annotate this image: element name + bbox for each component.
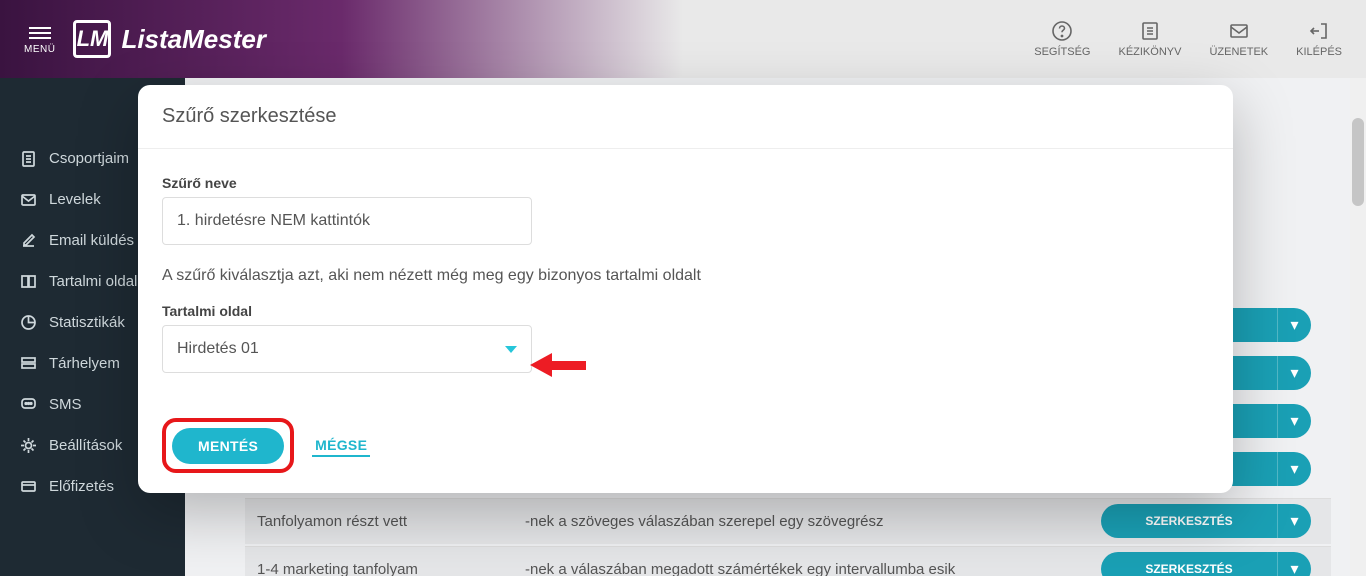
mail-icon [20, 191, 37, 208]
header-messages-button[interactable]: ÜZENETEK [1209, 20, 1268, 58]
sidebar-item-label: Statisztikák [49, 314, 125, 331]
content-page-label: Tartalmi oldal [162, 303, 1209, 319]
save-button-highlight: MENTÉS [162, 418, 294, 473]
content-page-select[interactable]: Hirdetés 01 [162, 325, 532, 373]
caret-down-icon [505, 346, 517, 353]
chevron-down-icon: ▾ [1277, 452, 1311, 486]
manual-icon [1139, 20, 1161, 42]
vertical-scrollbar[interactable] [1350, 78, 1366, 576]
sidebar-item-label: Levelek [49, 191, 101, 208]
hamburger-menu-label: MENÜ [24, 44, 55, 55]
bg-row-desc: -nek a válaszában megadott számértékek e… [525, 561, 955, 576]
chevron-down-icon: ▾ [1277, 552, 1311, 576]
sidebar-item-label: SMS [49, 396, 82, 413]
header-manual-label: KÉZIKÖNYV [1118, 46, 1181, 58]
filter-edit-modal: Szűrő szerkesztése Szűrő neve A szűrő ki… [138, 85, 1233, 493]
edit-row-button[interactable]: SZERKESZTÉS ▾ [1101, 552, 1311, 576]
logo-mark-icon: LM [73, 20, 111, 58]
modal-title: Szűrő szerkesztése [138, 85, 1233, 149]
logout-icon [1308, 20, 1330, 42]
app-header: MENÜ LM ListaMester SEGÍTSÉG KÉZIKÖNYV Ü… [0, 0, 1366, 78]
bg-row-desc: -nek a szöveges válaszában szerepel egy … [525, 513, 884, 530]
sidebar-item-label: Előfizetés [49, 478, 114, 495]
chevron-down-icon: ▾ [1277, 404, 1311, 438]
edit-row-label: SZERKESZTÉS [1101, 562, 1277, 576]
chevron-down-icon: ▾ [1277, 356, 1311, 390]
header-manual-button[interactable]: KÉZIKÖNYV [1118, 20, 1181, 58]
card-icon [20, 478, 37, 495]
filter-name-input[interactable] [162, 197, 532, 245]
header-help-label: SEGÍTSÉG [1034, 46, 1090, 58]
clipboard-icon [20, 150, 37, 167]
hamburger-menu-button[interactable]: MENÜ [24, 24, 55, 55]
save-button[interactable]: MENTÉS [172, 428, 284, 464]
filter-help-text: A szűrő kiválasztja azt, aki nem nézett … [162, 267, 1209, 285]
bg-row-name: Tanfolyamon részt vett [257, 513, 407, 530]
header-logout-label: KILÉPÉS [1296, 46, 1342, 58]
filter-name-label: Szűrő neve [162, 175, 1209, 191]
chevron-down-icon: ▾ [1277, 308, 1311, 342]
content-page-selected-value: Hirdetés 01 [177, 340, 259, 358]
book-icon [20, 273, 37, 290]
sidebar-item-label: Email küldés [49, 232, 134, 249]
edit-row-label: SZERKESZTÉS [1101, 514, 1277, 528]
cancel-button[interactable]: MÉGSE [312, 435, 370, 457]
header-messages-label: ÜZENETEK [1209, 46, 1268, 58]
sms-icon [20, 396, 37, 413]
edit-icon [20, 232, 37, 249]
scrollbar-thumb[interactable] [1352, 118, 1364, 206]
gear-icon [20, 437, 37, 454]
hamburger-icon [29, 24, 51, 42]
bg-row-name: 1-4 marketing tanfolyam [257, 561, 418, 576]
logo-wordmark: ListaMester [121, 24, 266, 55]
pie-chart-icon [20, 314, 37, 331]
messages-icon [1228, 20, 1250, 42]
brand-logo[interactable]: LM ListaMester [73, 20, 266, 58]
chevron-down-icon: ▾ [1277, 504, 1311, 538]
header-help-button[interactable]: SEGÍTSÉG [1034, 20, 1090, 58]
storage-icon [20, 355, 37, 372]
help-icon [1051, 20, 1073, 42]
sidebar-item-label: Beállítások [49, 437, 122, 454]
sidebar-item-label: Tárhelyem [49, 355, 120, 372]
edit-row-button[interactable]: SZERKESZTÉS ▾ [1101, 504, 1311, 538]
annotation-arrow-icon [530, 353, 586, 377]
sidebar-item-label: Csoportjaim [49, 150, 129, 167]
header-logout-button[interactable]: KILÉPÉS [1296, 20, 1342, 58]
